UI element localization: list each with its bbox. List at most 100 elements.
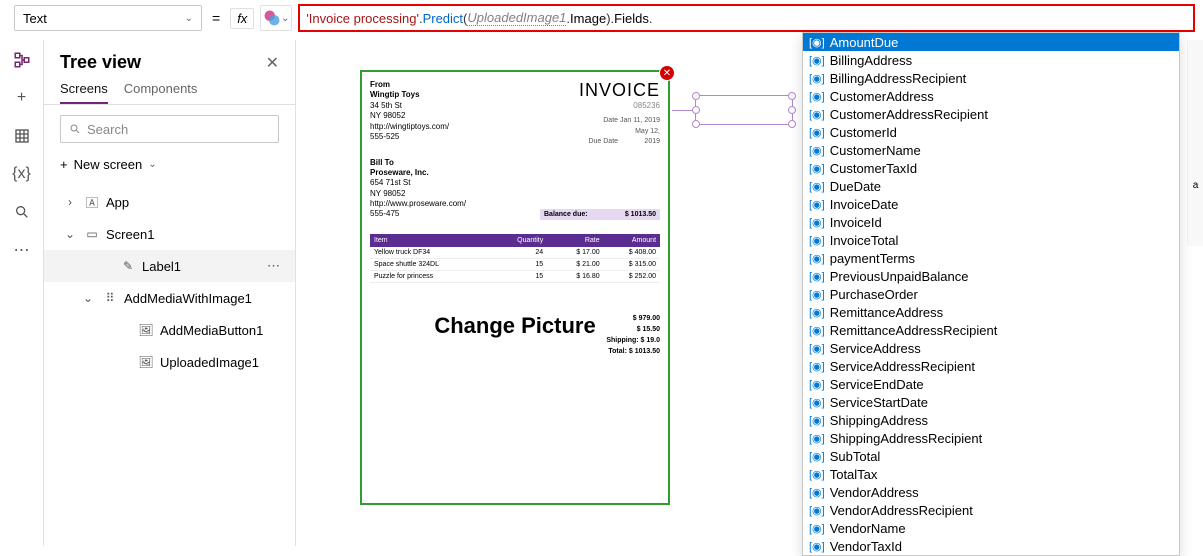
autocomplete-item[interactable]: [◉]BillingAddressRecipient (803, 69, 1179, 87)
tab-screens[interactable]: Screens (60, 81, 108, 104)
autocomplete-item[interactable]: [◉]VendorTaxId (803, 537, 1179, 555)
tree-item-addmediawithimage1[interactable]: ⌄⠿AddMediaWithImage1 (44, 282, 295, 314)
close-icon[interactable]: ✕ (266, 53, 279, 73)
new-screen-button[interactable]: + New screen ⌄ (44, 153, 295, 182)
autocomplete-label: ServiceAddress (830, 341, 921, 356)
tree-item-label: AddMediaButton1 (160, 323, 263, 338)
autocomplete-item[interactable]: [◉]DueDate (803, 177, 1179, 195)
autocomplete-item[interactable]: [◉]InvoiceDate (803, 195, 1179, 213)
autocomplete-item[interactable]: [◉]CustomerAddressRecipient (803, 105, 1179, 123)
autocomplete-item[interactable]: [◉]ServiceAddressRecipient (803, 357, 1179, 375)
handle-icon[interactable] (692, 92, 700, 100)
autocomplete-item[interactable]: [◉] ShippingAddress (803, 411, 1179, 429)
autocomplete-item[interactable]: [◉]VendorAddressRecipient (803, 501, 1179, 519)
more-icon[interactable]: ⋯ (12, 240, 32, 260)
field-icon: [◉] (809, 36, 825, 49)
delete-button[interactable]: ✕ (659, 65, 675, 81)
autocomplete-item[interactable]: [◉]paymentTerms (803, 249, 1179, 267)
invoice-number: 085236 (578, 101, 660, 110)
autocomplete-label: CustomerTaxId (830, 161, 917, 176)
expander-icon[interactable]: ⌄ (62, 226, 78, 242)
autocomplete-label: InvoiceDate (830, 197, 899, 212)
autocomplete-label: DueDate (830, 179, 881, 194)
equals-label: = (212, 10, 220, 26)
autocomplete-item[interactable]: [◉]InvoiceId (803, 213, 1179, 231)
field-icon: [◉] (809, 288, 825, 301)
formula-input[interactable]: 'Invoice processing'.Predict(UploadedIma… (298, 4, 1195, 32)
autocomplete-item[interactable]: [◉]BillingAddress (803, 51, 1179, 69)
autocomplete-item[interactable]: [◉]PreviousUnpaidBalance (803, 267, 1179, 285)
autocomplete-item[interactable]: [◉]ShippingAddressRecipient (803, 429, 1179, 447)
autocomplete-label: ServiceAddressRecipient (830, 359, 975, 374)
autocomplete-menu: [◉] AmountDue[◉]BillingAddress[◉]BillingA… (802, 32, 1180, 556)
autocomplete-item[interactable]: [◉]InvoiceTotal (803, 231, 1179, 249)
autocomplete-item[interactable]: [◉]RemittanceAddress (803, 303, 1179, 321)
autocomplete-label: CustomerId (830, 125, 897, 140)
selection-box[interactable] (695, 95, 793, 125)
tree-tabs: Screens Components (44, 81, 295, 105)
tree-item-app[interactable]: ›🄰App (44, 186, 295, 218)
field-icon: [◉] (809, 252, 825, 265)
data-icon[interactable] (12, 126, 32, 146)
autocomplete-item[interactable]: [◉]CustomerId (803, 123, 1179, 141)
insert-icon[interactable]: + (12, 88, 32, 108)
autocomplete-label: SubTotal (830, 449, 881, 464)
field-icon: [◉] (809, 396, 825, 409)
tree-view-icon[interactable] (12, 50, 32, 70)
tree-item-label1[interactable]: ✎Label1⋯ (44, 250, 295, 282)
tree-item-uploadedimage1[interactable]: 🖼UploadedImage1 (44, 346, 295, 378)
handle-icon[interactable] (788, 106, 796, 114)
autocomplete-label: VendorName (830, 521, 906, 536)
item-type-icon: ⠿ (102, 290, 118, 306)
tree-item-screen1[interactable]: ⌄▭Screen1 (44, 218, 295, 250)
field-icon: [◉] (809, 72, 825, 85)
copilot-button[interactable]: ⌄ (260, 5, 292, 31)
autocomplete-item[interactable]: [◉]ServiceAddress (803, 339, 1179, 357)
invoice-title: INVOICE (578, 80, 660, 101)
handle-icon[interactable] (788, 120, 796, 128)
search-placeholder: Search (87, 122, 128, 137)
field-icon: [◉] (809, 324, 825, 337)
field-icon: [◉] (809, 144, 825, 157)
search-icon[interactable] (12, 202, 32, 222)
autocomplete-label: ShippingAddressRecipient (830, 431, 982, 446)
autocomplete-item[interactable]: [◉] AmountDue (803, 33, 1179, 51)
fx-icon[interactable]: fx (230, 8, 254, 29)
expander-icon[interactable]: ⌄ (80, 290, 96, 306)
autocomplete-item[interactable]: [◉]CustomerName (803, 141, 1179, 159)
field-icon: [◉] (809, 450, 825, 463)
autocomplete-label: AmountDue (830, 35, 899, 50)
field-icon: [◉] (809, 504, 825, 517)
autocomplete-label: ShippingAddress (830, 413, 928, 428)
tree-item-addmediabutton1[interactable]: 🖼AddMediaButton1 (44, 314, 295, 346)
right-panel-sliver[interactable]: a (1187, 40, 1203, 246)
handle-icon[interactable] (788, 92, 796, 100)
autocomplete-item[interactable]: [◉] VendorAddress (803, 483, 1179, 501)
autocomplete-label: VendorTaxId (830, 539, 902, 554)
expander-icon[interactable]: › (62, 194, 78, 210)
autocomplete-label: VendorAddress (830, 485, 919, 500)
handle-icon[interactable] (692, 120, 700, 128)
autocomplete-item[interactable]: [◉]PurchaseOrder (803, 285, 1179, 303)
search-input[interactable]: Search (60, 115, 279, 143)
autocomplete-item[interactable]: [◉]TotalTax (803, 465, 1179, 483)
autocomplete-item[interactable]: [◉]ServiceEndDate (803, 375, 1179, 393)
autocomplete-item[interactable]: [◉]VendorName (803, 519, 1179, 537)
property-dropdown[interactable]: Text ⌄ (14, 5, 202, 31)
autocomplete-item[interactable]: [◉]CustomerAddress (803, 87, 1179, 105)
more-icon[interactable]: ⋯ (267, 258, 281, 274)
field-icon: [◉] (809, 486, 825, 499)
change-picture-label[interactable]: Change Picture $ 979.00$ 15.50Shipping: … (370, 313, 660, 339)
autocomplete-item[interactable]: [◉] SubTotal (803, 447, 1179, 465)
variables-icon[interactable]: {x} (12, 164, 32, 184)
autocomplete-item[interactable]: [◉]CustomerTaxId (803, 159, 1179, 177)
canvas-invoice[interactable]: ✕ From Wingtip Toys 34 5th St NY 98052 h… (360, 70, 670, 505)
formula-fn: Predict (423, 11, 463, 26)
autocomplete-item[interactable]: [◉]ServiceStartDate (803, 393, 1179, 411)
tab-components[interactable]: Components (124, 81, 198, 104)
handle-icon[interactable] (692, 106, 700, 114)
formula-bar: Text ⌄ = fx ⌄ 'Invoice processing'.Predi… (14, 4, 1195, 32)
field-icon: [◉] (809, 414, 825, 427)
autocomplete-item[interactable]: [◉]RemittanceAddressRecipient (803, 321, 1179, 339)
table-row: Space shuttle 324DL15$ 21.00$ 315.00 (370, 259, 660, 271)
